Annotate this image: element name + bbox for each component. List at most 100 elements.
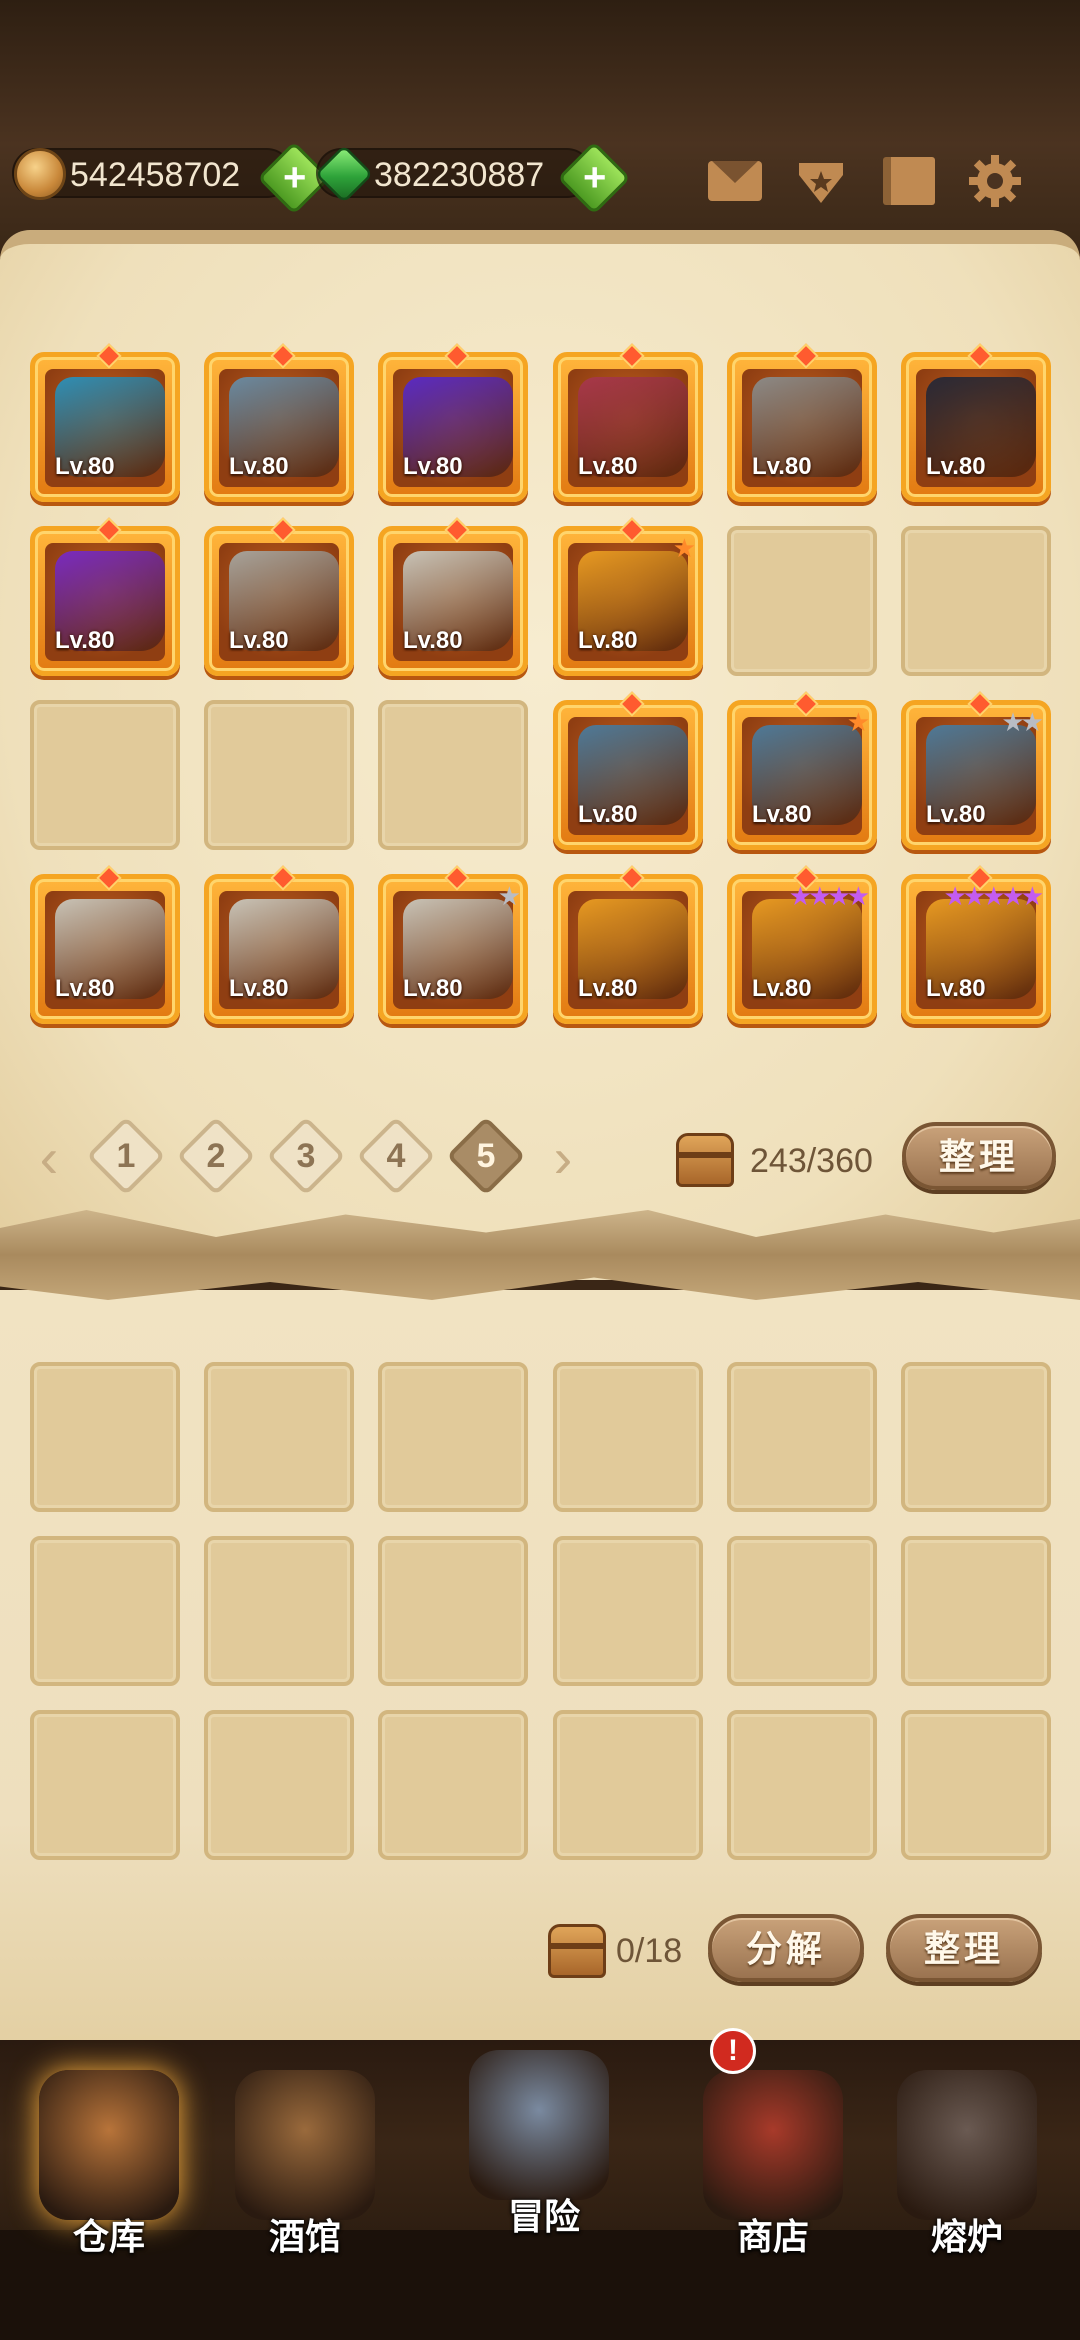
equipment-slot[interactable]: Lv.80 ★: [378, 865, 528, 1024]
salvage-slot[interactable]: [553, 1536, 703, 1686]
star-rating: ★★★★: [788, 881, 870, 911]
gem-value: 382230887: [374, 156, 545, 194]
nav-forge[interactable]: 熔炉: [872, 2060, 1062, 2260]
equipment-slot[interactable]: Lv.80: [553, 865, 703, 1024]
equipment-slot[interactable]: Lv.80: [204, 517, 354, 676]
salvage-count: 0/18: [616, 1932, 683, 1970]
item-level: Lv.80: [403, 627, 463, 654]
salvage-slot[interactable]: [727, 1536, 877, 1686]
equipment-slot[interactable]: Lv.80: [901, 343, 1051, 502]
star-rating: ★★★★★: [943, 881, 1044, 911]
salvage-sort-button[interactable]: 整理: [886, 1914, 1042, 1982]
page-number: 5: [476, 1137, 496, 1175]
item-level: Lv.80: [229, 453, 289, 480]
equipment-slot[interactable]: Lv.80: [30, 865, 180, 1024]
mail-icon[interactable]: [706, 152, 764, 210]
favorite-icon[interactable]: [792, 152, 850, 210]
nav-label: 冒险: [507, 2196, 580, 2237]
salvage-slot[interactable]: [204, 1362, 354, 1512]
empty-slot[interactable]: [30, 700, 180, 850]
empty-slot[interactable]: [727, 526, 877, 676]
item-level: Lv.80: [926, 975, 986, 1002]
capacity-count: 243/360: [750, 1142, 873, 1180]
salvage-slot[interactable]: [30, 1710, 180, 1860]
salvage-slot[interactable]: [901, 1536, 1051, 1686]
salvage-slot[interactable]: [204, 1536, 354, 1686]
salvage-slot[interactable]: [378, 1710, 528, 1860]
item-level: Lv.80: [926, 801, 986, 828]
page-number: 1: [116, 1137, 136, 1175]
star-rating: ★: [497, 881, 521, 911]
equipment-slot[interactable]: Lv.80 ★: [727, 691, 877, 850]
nav-warehouse[interactable]: 仓库: [14, 2060, 204, 2260]
item-level: Lv.80: [752, 453, 812, 480]
tavern-icon: [235, 2070, 375, 2220]
nav-label: 酒馆: [268, 2216, 341, 2257]
nav-tavern[interactable]: 酒馆: [210, 2060, 400, 2260]
item-level: Lv.80: [578, 627, 638, 654]
coin-icon: [14, 148, 66, 200]
empty-slot[interactable]: [204, 700, 354, 850]
equipment-slot[interactable]: Lv.80: [30, 343, 180, 502]
equipment-slot[interactable]: Lv.80: [30, 517, 180, 676]
equipment-slot[interactable]: Lv.80: [204, 343, 354, 502]
item-level: Lv.80: [403, 975, 463, 1002]
nav-label: 仓库: [72, 2216, 145, 2257]
equipment-slot[interactable]: Lv.80: [553, 343, 703, 502]
salvage-slot[interactable]: [901, 1362, 1051, 1512]
item-level: Lv.80: [55, 453, 115, 480]
equipment-slot[interactable]: Lv.80: [204, 865, 354, 1024]
salvage-slot[interactable]: [30, 1536, 180, 1686]
equipment-slot[interactable]: Lv.80 ★: [553, 517, 703, 676]
item-level: Lv.80: [578, 453, 638, 480]
item-level: Lv.80: [578, 801, 638, 828]
book-icon[interactable]: [880, 152, 938, 210]
salvage-bag-icon: [548, 1924, 606, 1978]
salvage-slot[interactable]: [727, 1362, 877, 1512]
gear-icon[interactable]: [966, 152, 1024, 210]
equipment-slot[interactable]: Lv.80: [553, 691, 703, 850]
page-number: 4: [386, 1137, 406, 1175]
gold-value: 542458702: [70, 156, 241, 194]
item-level: Lv.80: [752, 801, 812, 828]
item-level: Lv.80: [752, 975, 812, 1002]
equipment-slot[interactable]: Lv.80: [727, 343, 877, 502]
salvage-slot[interactable]: [553, 1710, 703, 1860]
shop-icon: [703, 2070, 843, 2220]
item-level: Lv.80: [229, 627, 289, 654]
nav-shop[interactable]: 商店: [678, 2060, 868, 2260]
salvage-slot[interactable]: [727, 1710, 877, 1860]
equipment-slot[interactable]: Lv.80 ★★: [901, 691, 1051, 850]
star-rating: ★★: [1001, 707, 1044, 737]
sort-button[interactable]: 整理: [902, 1122, 1056, 1190]
adventure-icon: [469, 2050, 609, 2200]
warehouse-icon: [39, 2070, 179, 2220]
next-page-arrow[interactable]: ›: [538, 1125, 588, 1190]
equipment-slot[interactable]: Lv.80: [378, 343, 528, 502]
bag-icon: [676, 1133, 734, 1187]
star-rating: ★: [846, 707, 870, 737]
salvage-slot[interactable]: [378, 1536, 528, 1686]
salvage-slot[interactable]: [30, 1362, 180, 1512]
prev-page-arrow[interactable]: ‹: [24, 1125, 74, 1190]
nav-adventure[interactable]: 冒险: [444, 2040, 644, 2240]
item-level: Lv.80: [229, 975, 289, 1002]
nav-label: 熔炉: [930, 2216, 1003, 2257]
page-number: 2: [206, 1137, 226, 1175]
empty-slot[interactable]: [378, 700, 528, 850]
item-level: Lv.80: [926, 453, 986, 480]
salvage-slot[interactable]: [553, 1362, 703, 1512]
equipment-slot[interactable]: Lv.80 ★★★★: [727, 865, 877, 1024]
empty-slot[interactable]: [901, 526, 1051, 676]
equipment-slot[interactable]: Lv.80 ★★★★★: [901, 865, 1051, 1024]
salvage-slot[interactable]: [204, 1710, 354, 1860]
star-rating: ★: [672, 533, 696, 563]
item-level: Lv.80: [578, 975, 638, 1002]
forge-icon: [897, 2070, 1037, 2220]
salvage-slot[interactable]: [901, 1710, 1051, 1860]
equipment-slot[interactable]: Lv.80: [378, 517, 528, 676]
nav-label: 商店: [736, 2216, 809, 2257]
salvage-slot[interactable]: [378, 1362, 528, 1512]
page-number: 3: [296, 1137, 316, 1175]
decompose-button[interactable]: 分解: [708, 1914, 864, 1982]
